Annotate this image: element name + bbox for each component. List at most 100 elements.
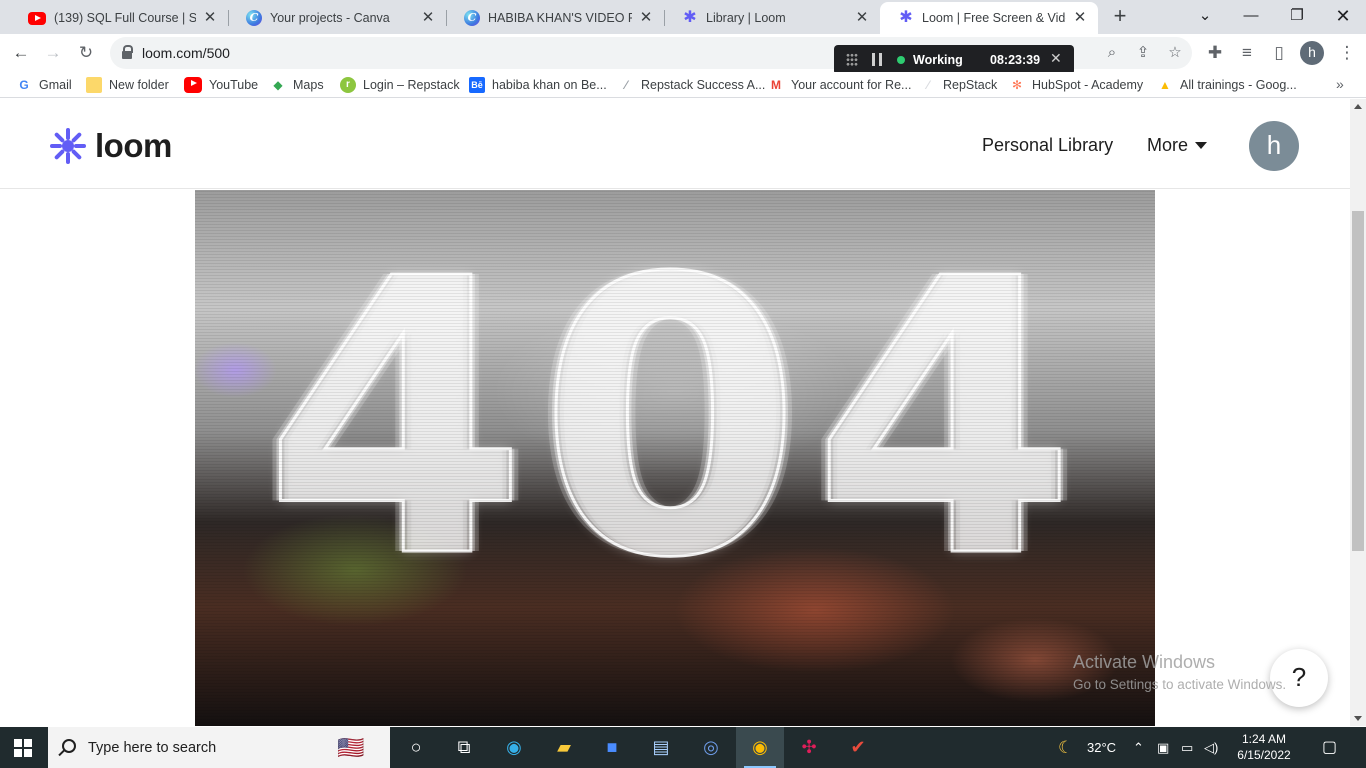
task-view-icon[interactable]: ⧉: [440, 727, 488, 768]
search-highlight-flag-icon[interactable]: 🇺🇸: [316, 733, 386, 763]
device-icon[interactable]: ▣: [1157, 727, 1169, 768]
search-icon: [62, 739, 76, 753]
zoom-icon[interactable]: ⌕: [1100, 41, 1124, 65]
canva-icon: C: [464, 10, 480, 26]
google-icon: G: [19, 78, 29, 92]
side-panel-icon[interactable]: ▯: [1266, 40, 1292, 66]
browser-tab-strip: (139) SQL Full Course | SQL T ✕ C Your p…: [0, 0, 1366, 34]
tab-title: Library | Loom: [706, 11, 786, 25]
caret-down-icon: [1195, 142, 1208, 149]
bookmark-label: habiba khan on Be...: [492, 78, 607, 92]
scroll-down-icon[interactable]: [1354, 716, 1362, 721]
todo-app-icon[interactable]: ✔: [834, 727, 882, 768]
volume-icon[interactable]: ◁): [1204, 727, 1218, 768]
taskbar-search-box[interactable]: Type here to search 🇺🇸: [48, 727, 390, 768]
bookmark-maps[interactable]: ◆ Maps: [270, 76, 324, 94]
edge-icon[interactable]: ◉: [490, 727, 538, 768]
bookmark-label: Maps: [293, 78, 324, 92]
taskbar-clock[interactable]: 1:24 AM 6/15/2022: [1226, 731, 1302, 763]
new-tab-button[interactable]: +: [1108, 5, 1132, 29]
bookmark-gmail[interactable]: G Gmail: [16, 76, 72, 94]
tab-loom-active[interactable]: ✱ Loom | Free Screen & Video ✕: [880, 2, 1098, 34]
tab-title: (139) SQL Full Course | SQL T: [54, 11, 196, 25]
nav-more-menu[interactable]: More: [1147, 135, 1208, 156]
tab-close-icon[interactable]: ✕: [1072, 10, 1088, 26]
lock-icon[interactable]: [122, 45, 133, 59]
watermark-title: Activate Windows: [1073, 652, 1216, 672]
close-recorder-icon[interactable]: ✕: [1050, 50, 1062, 67]
bookmark-behance[interactable]: Bē habiba khan on Be...: [469, 76, 607, 94]
taskbar-search-placeholder: Type here to search: [88, 740, 217, 756]
temperature[interactable]: 32°C: [1087, 727, 1116, 768]
chromium-icon[interactable]: ◎: [687, 727, 735, 768]
scroll-up-icon[interactable]: [1354, 104, 1362, 109]
menu-kebab-icon[interactable]: ⋮: [1334, 40, 1360, 66]
folder-icon: [86, 77, 102, 93]
minimize-button[interactable]: —: [1228, 0, 1274, 34]
page-scrollbar[interactable]: [1350, 99, 1366, 726]
bookmarks-bar: G Gmail New folder YouTube ◆ Maps r Logi…: [0, 72, 1366, 98]
nav-personal-library[interactable]: Personal Library: [982, 135, 1113, 156]
youtube-icon: [184, 77, 202, 93]
bookmark-star-icon[interactable]: ☆: [1163, 41, 1187, 65]
tab-title: Your projects - Canva: [270, 11, 390, 25]
recording-status-dot: [897, 56, 905, 64]
reload-icon[interactable]: ↻: [73, 40, 99, 66]
pause-icon[interactable]: [872, 53, 882, 66]
loom-icon: ✱: [683, 9, 697, 26]
tab-close-icon[interactable]: ✕: [420, 10, 436, 26]
bookmark-new-folder[interactable]: New folder: [86, 76, 169, 94]
back-icon[interactable]: ←: [8, 40, 34, 66]
user-avatar[interactable]: h: [1249, 121, 1299, 171]
bookmark-repstack-login[interactable]: r Login – Repstack: [340, 76, 460, 94]
extensions-icon[interactable]: ✚: [1202, 40, 1228, 66]
reading-list-icon[interactable]: ≡: [1234, 40, 1260, 66]
notifications-icon[interactable]: ▢: [1322, 727, 1337, 768]
tab-canva-projects[interactable]: C Your projects - Canva ✕: [228, 2, 446, 34]
forward-icon[interactable]: →: [40, 40, 66, 66]
drag-handle-icon[interactable]: [846, 53, 858, 67]
file-explorer-icon[interactable]: ▰: [540, 727, 588, 768]
scrollbar-thumb[interactable]: [1352, 211, 1364, 551]
chrome-icon[interactable]: ◉: [736, 727, 784, 768]
tab-sql-course[interactable]: (139) SQL Full Course | SQL T ✕: [10, 2, 228, 34]
bookmark-label: Your account for Re...: [791, 78, 912, 92]
tray-chevron-icon[interactable]: ⌃: [1133, 727, 1144, 768]
restore-button[interactable]: ❐: [1274, 0, 1320, 34]
error-404-video: 404: [195, 190, 1155, 726]
tab-canva-video-resume[interactable]: C HABIBA KHAN'S VIDEO RESU ✕: [446, 2, 664, 34]
cortana-icon[interactable]: ○: [392, 727, 440, 768]
bookmark-repstack-success[interactable]: ⁄ Repstack Success A...: [618, 76, 765, 94]
share-icon[interactable]: ⇪: [1131, 41, 1155, 65]
profile-avatar[interactable]: h: [1300, 41, 1324, 65]
bookmark-label: All trainings - Goog...: [1180, 78, 1297, 92]
weather-moon-icon[interactable]: ☾: [1058, 727, 1073, 768]
youtube-icon: [28, 11, 46, 25]
bookmark-hubspot[interactable]: ✻ HubSpot - Academy: [1009, 76, 1143, 94]
bookmark-repstack[interactable]: ⁄ RepStack: [920, 76, 997, 94]
bookmark-label: RepStack: [943, 78, 998, 92]
tab-close-icon[interactable]: ✕: [854, 10, 870, 26]
bookmark-gmail-account[interactable]: M Your account for Re...: [768, 76, 911, 94]
window-close-button[interactable]: ✕: [1320, 0, 1366, 34]
bookmark-youtube[interactable]: YouTube: [184, 76, 258, 94]
slack-icon[interactable]: ✣: [785, 727, 833, 768]
news-app-icon[interactable]: ▤: [637, 727, 685, 768]
bookmark-google-drive[interactable]: ▲ All trainings - Goog...: [1157, 76, 1297, 94]
recording-status-label: Working: [913, 53, 963, 67]
bookmark-label: Gmail: [39, 78, 72, 92]
tab-search-chevron-icon[interactable]: ⌄: [1182, 0, 1228, 34]
tab-loom-library[interactable]: ✱ Library | Loom ✕: [664, 2, 880, 34]
windows-start-icon[interactable]: [14, 739, 32, 757]
browser-toolbar: ← → ↻ loom.com/500 ⌕ ⇪ ☆ ✚ ≡ ▯ h ⋮: [0, 34, 1366, 72]
repstack-icon: r: [340, 77, 356, 93]
tab-title: Loom | Free Screen & Video: [922, 11, 1066, 25]
zoom-app-icon[interactable]: ■: [588, 727, 636, 768]
tab-close-icon[interactable]: ✕: [202, 10, 218, 26]
loom-logo[interactable]: loom: [49, 127, 172, 165]
url-text[interactable]: loom.com/500: [142, 45, 230, 61]
battery-icon[interactable]: ▭: [1181, 727, 1193, 768]
tab-close-icon[interactable]: ✕: [638, 10, 654, 26]
bookmark-label: Repstack Success A...: [641, 78, 766, 92]
bookmarks-overflow-icon[interactable]: »: [1336, 76, 1344, 92]
